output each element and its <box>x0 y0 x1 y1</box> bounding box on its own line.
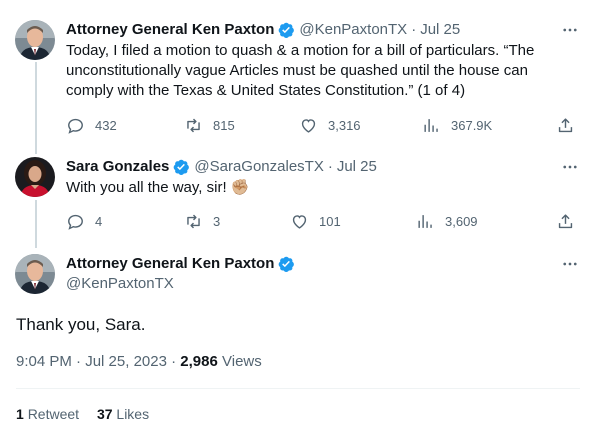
share-button[interactable] <box>556 115 575 135</box>
reply-button[interactable]: 4 <box>66 211 102 231</box>
separator: · <box>76 353 82 370</box>
views-count: 3,609 <box>445 213 478 229</box>
tweet-time[interactable]: 9:04 PM <box>16 353 72 370</box>
tweet-text: Today, I filed a motion to quash & a mot… <box>66 42 535 99</box>
retweet-count: 3 <box>213 213 221 229</box>
likes-label: Likes <box>116 406 150 422</box>
author-handle[interactable]: @KenPaxtonTX <box>66 274 174 294</box>
view-count: 2,986 <box>180 353 218 370</box>
tweet-date[interactable]: Jul 25 <box>420 20 460 40</box>
author-name[interactable]: Attorney General Ken Paxton <box>66 20 274 40</box>
thread-line <box>35 62 37 154</box>
retweet-icon <box>187 118 200 132</box>
reply-button[interactable]: 432 <box>66 115 117 135</box>
share-button[interactable] <box>556 211 575 231</box>
tweet-header: Attorney General Ken Paxton @KenPaxtonTX… <box>66 20 460 40</box>
like-button[interactable]: 101 <box>290 211 341 231</box>
tweet-actions: 4 3 101 3,609 <box>66 211 582 231</box>
separator: · <box>171 353 177 370</box>
verified-badge-icon <box>174 159 190 175</box>
views-icon <box>418 214 432 228</box>
main-tweet-header: Attorney General Ken Paxton <box>66 254 295 274</box>
likes-stat[interactable]: 37 Likes <box>97 406 149 422</box>
tweet-date[interactable]: Jul 25 <box>337 157 377 177</box>
retweets-count: 1 <box>16 406 24 422</box>
author-handle[interactable]: @KenPaxtonTX <box>299 20 407 40</box>
thread-line <box>35 200 37 248</box>
tweet-actions: 432 815 3,316 367.9K <box>66 115 582 135</box>
author-handle[interactable]: @SaraGonzalesTX <box>194 157 323 177</box>
divider <box>16 388 580 389</box>
tweet-text: With you all the way, sir! ✊🏼 <box>66 179 250 196</box>
more-icon[interactable] <box>560 20 580 40</box>
retweet-button[interactable]: 815 <box>184 115 235 135</box>
tweet-header: Sara Gonzales @SaraGonzalesTX · Jul 25 <box>66 157 377 177</box>
retweet-icon <box>187 214 200 228</box>
views-label: Views <box>222 353 262 370</box>
like-button[interactable]: 3,316 <box>299 115 361 135</box>
views-icon <box>424 118 438 132</box>
views-button[interactable]: 367.9K <box>422 115 492 135</box>
tweet-full-date[interactable]: Jul 25, 2023 <box>85 353 167 370</box>
share-icon <box>558 117 573 132</box>
reply-icon <box>68 118 83 134</box>
more-icon[interactable] <box>560 157 580 177</box>
like-count: 101 <box>319 213 341 229</box>
engagement-stats: 1 Retweet 37 Likes <box>16 404 163 424</box>
reply-count: 4 <box>95 213 103 229</box>
retweets-stat[interactable]: 1 Retweet <box>16 406 79 422</box>
avatar[interactable] <box>15 157 55 197</box>
retweet-count: 815 <box>213 117 235 133</box>
author-name[interactable]: Sara Gonzales <box>66 157 169 177</box>
author-name[interactable]: Attorney General Ken Paxton <box>66 254 274 274</box>
more-icon[interactable] <box>560 254 580 274</box>
views-button[interactable]: 3,609 <box>416 211 478 231</box>
like-icon <box>301 118 316 133</box>
reply-icon <box>68 214 83 230</box>
avatar[interactable] <box>15 20 55 60</box>
separator: · <box>411 21 417 38</box>
share-icon <box>558 213 573 228</box>
retweet-button[interactable]: 3 <box>184 211 220 231</box>
views-count: 367.9K <box>451 117 493 133</box>
separator: · <box>327 158 333 175</box>
avatar[interactable] <box>15 254 55 294</box>
retweets-label: Retweet <box>27 406 80 422</box>
like-count: 3,316 <box>328 117 361 133</box>
main-tweet-text: Thank you, Sara. <box>16 315 146 334</box>
verified-badge-icon <box>279 256 295 272</box>
tweet-meta: 9:04 PM · Jul 25, 2023 · 2,986 Views <box>16 352 262 372</box>
reply-count: 432 <box>95 117 117 133</box>
like-icon <box>292 214 307 229</box>
likes-count: 37 <box>96 406 113 422</box>
verified-badge-icon <box>279 22 295 38</box>
